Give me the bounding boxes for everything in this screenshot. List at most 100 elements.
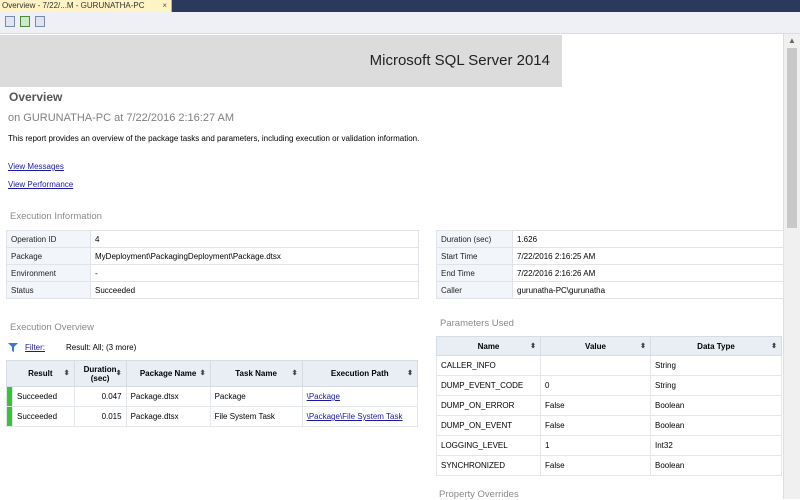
filter-icon[interactable]	[8, 343, 18, 352]
cell-path: \Package\File System Task	[301, 406, 419, 427]
table-row: DUMP_ON_ERROR False Boolean	[436, 395, 782, 416]
scrollbar-thumb[interactable]	[787, 48, 797, 228]
cell-type: String	[650, 355, 782, 376]
kv-row: Operation ID 4	[6, 230, 419, 248]
cell-value: False	[540, 455, 651, 476]
parameters-heading: Parameters Used	[440, 318, 514, 329]
column-header-value[interactable]: Value ⬍	[540, 336, 651, 356]
column-header-package[interactable]: Package Name ⬍	[125, 360, 211, 387]
cell-name: SYNCHRONIZED	[436, 455, 541, 476]
sort-icon[interactable]: ⬍	[640, 342, 646, 350]
kv-row: Caller gurunatha-PC\gurunatha	[436, 281, 784, 299]
cell-name: CALLER_INFO	[436, 355, 541, 376]
cell-value: False	[540, 415, 651, 436]
cell-name: DUMP_ON_EVENT	[436, 415, 541, 436]
kv-row: Environment -	[6, 264, 419, 282]
kv-key: Duration (sec)	[436, 230, 513, 248]
cell-task: File System Task	[209, 406, 303, 427]
close-icon[interactable]: ×	[162, 0, 167, 12]
kv-row: End Time 7/22/2016 2:16:26 AM	[436, 264, 784, 282]
execution-overview-heading: Execution Overview	[10, 322, 94, 333]
execution-info-right-table: Duration (sec) 1.626 Start Time 7/22/201…	[436, 230, 784, 299]
parameters-table: Name ⬍ Value ⬍ Data Type ⬍ CALLER_INFO S…	[436, 336, 782, 476]
kv-key: Package	[6, 247, 91, 265]
vertical-scrollbar[interactable]: ▲	[783, 34, 800, 499]
table-row: Succeeded 0.015 Package.dtsx File System…	[6, 406, 419, 427]
page-title: Overview	[9, 90, 63, 104]
view-performance-link[interactable]: View Performance	[8, 180, 73, 189]
back-icon[interactable]	[5, 16, 15, 27]
kv-key: Caller	[436, 281, 513, 299]
sort-icon[interactable]: ⬍	[771, 342, 777, 350]
scroll-up-icon[interactable]: ▲	[788, 36, 796, 45]
tab-overview[interactable]: Overview - 7/22/...M - GURUNATHA-PC ×	[0, 0, 172, 12]
kv-value: 7/22/2016 2:16:25 AM	[512, 247, 784, 265]
report-banner: Microsoft SQL Server 2014	[0, 35, 562, 87]
cell-type: Int32	[650, 435, 782, 456]
cell-value: 1	[540, 435, 651, 456]
kv-value: 4	[90, 230, 419, 248]
kv-key: Environment	[6, 264, 91, 282]
execution-path-link[interactable]: \Package	[307, 392, 340, 401]
view-messages-link[interactable]: View Messages	[8, 162, 64, 171]
kv-key: Operation ID	[6, 230, 91, 248]
kv-value: Succeeded	[90, 281, 419, 299]
cell-name: DUMP_ON_ERROR	[436, 395, 541, 416]
kv-row: Duration (sec) 1.626	[436, 230, 784, 248]
kv-value: 1.626	[512, 230, 784, 248]
kv-value: -	[90, 264, 419, 282]
page-description: This report provides an overview of the …	[8, 134, 420, 143]
column-header-path[interactable]: Execution Path ⬍	[301, 360, 419, 387]
execution-path-link[interactable]: \Package\File System Task	[307, 412, 403, 421]
sort-icon[interactable]: ⬍	[200, 369, 206, 377]
cell-path: \Package	[301, 386, 419, 407]
refresh-icon[interactable]	[20, 16, 30, 27]
kv-value: 7/22/2016 2:16:26 AM	[512, 264, 784, 282]
cell-type: Boolean	[650, 395, 782, 416]
sort-icon[interactable]: ⬍	[64, 369, 70, 377]
filter-link[interactable]: Filter:	[25, 343, 45, 352]
page-subtitle: on GURUNATHA-PC at 7/22/2016 2:16:27 AM	[8, 112, 235, 124]
table-header-row: Name ⬍ Value ⬍ Data Type ⬍	[436, 336, 782, 356]
table-row: LOGGING_LEVEL 1 Int32	[436, 435, 782, 456]
column-header-task[interactable]: Task Name ⬍	[209, 360, 303, 387]
filter-value: Result: All; (3 more)	[66, 343, 137, 352]
cell-duration: 0.015	[73, 406, 127, 427]
cell-type: Boolean	[650, 455, 782, 476]
cell-result: Succeeded	[12, 386, 75, 407]
cell-type: Boolean	[650, 415, 782, 436]
kv-row: Status Succeeded	[6, 281, 419, 299]
cell-name: LOGGING_LEVEL	[436, 435, 541, 456]
cell-result: Succeeded	[12, 406, 75, 427]
cell-value	[540, 355, 651, 376]
product-name: Microsoft SQL Server 2014	[369, 52, 550, 69]
cell-package: Package.dtsx	[125, 406, 211, 427]
kv-key: End Time	[436, 264, 513, 282]
column-header-duration[interactable]: Duration (sec) ⬍	[73, 360, 127, 387]
column-header-data-type[interactable]: Data Type ⬍	[650, 336, 782, 356]
document-tab-bar: Overview - 7/22/...M - GURUNATHA-PC ×	[0, 0, 800, 12]
column-header-result[interactable]: Result ⬍	[6, 360, 75, 387]
table-header-row: Result ⬍ Duration (sec) ⬍ Package Name ⬍…	[6, 360, 419, 387]
sort-icon[interactable]: ⬍	[116, 369, 122, 377]
table-row: DUMP_ON_EVENT False Boolean	[436, 415, 782, 436]
print-icon[interactable]	[35, 16, 45, 27]
kv-key: Status	[6, 281, 91, 299]
sort-icon[interactable]: ⬍	[292, 369, 298, 377]
table-row: Succeeded 0.047 Package.dtsx Package \Pa…	[6, 386, 419, 407]
cell-type: String	[650, 375, 782, 396]
cell-value: False	[540, 395, 651, 416]
cell-task: Package	[209, 386, 303, 407]
execution-overview-table: Result ⬍ Duration (sec) ⬍ Package Name ⬍…	[6, 360, 419, 427]
kv-row: Package MyDeployment\PackagingDeployment…	[6, 247, 419, 265]
cell-name: DUMP_EVENT_CODE	[436, 375, 541, 396]
sort-icon[interactable]: ⬍	[407, 369, 413, 377]
column-header-name[interactable]: Name ⬍	[436, 336, 541, 356]
property-overrides-heading: Property Overrides	[439, 489, 519, 500]
table-row: DUMP_EVENT_CODE 0 String	[436, 375, 782, 396]
report-toolbar	[0, 12, 800, 34]
kv-key: Start Time	[436, 247, 513, 265]
cell-package: Package.dtsx	[125, 386, 211, 407]
sort-icon[interactable]: ⬍	[530, 342, 536, 350]
kv-value: gurunatha-PC\gurunatha	[512, 281, 784, 299]
